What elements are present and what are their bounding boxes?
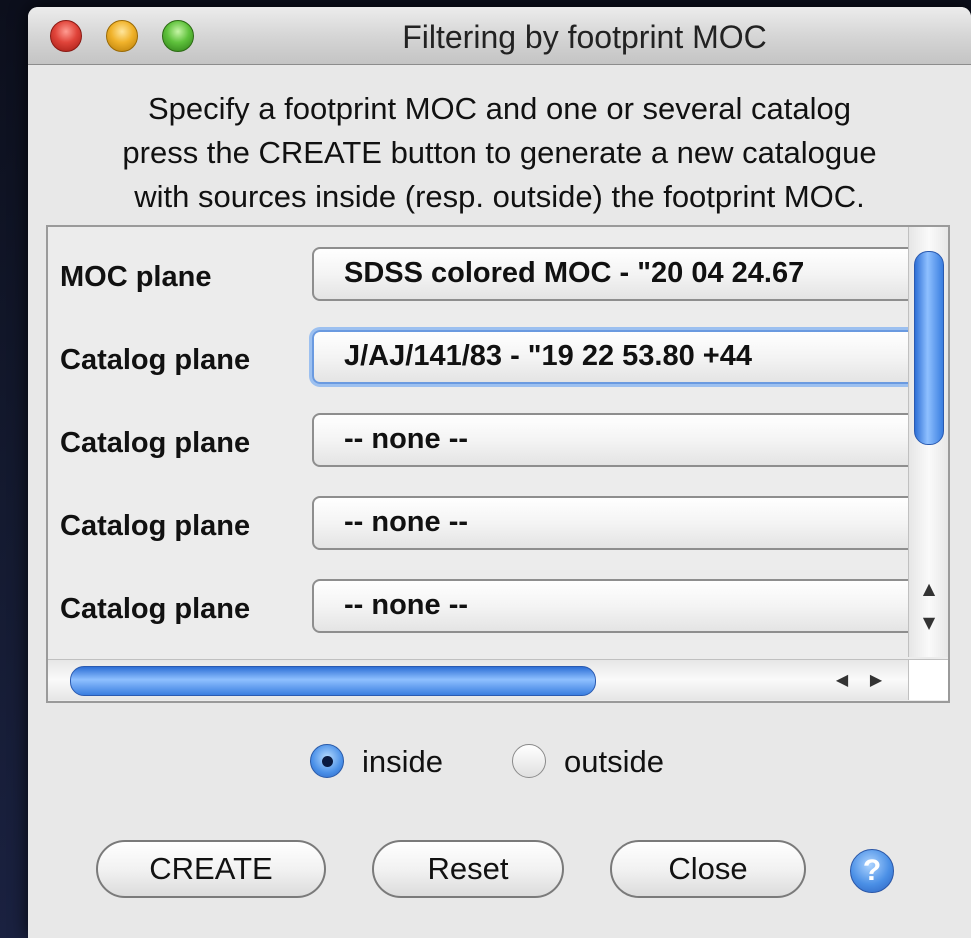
scroll-down-arrow-icon[interactable]: ▼	[917, 611, 941, 635]
vertical-scroll-thumb[interactable]	[914, 251, 944, 445]
catalog-plane-row: Catalog plane -- none --	[48, 413, 932, 475]
filter-moc-dialog: Filtering by footprint MOC Specify a foo…	[28, 7, 971, 938]
reset-button[interactable]: Reset	[372, 840, 564, 898]
moc-plane-select-value: SDSS colored MOC - "20 04 24.67	[344, 257, 805, 289]
catalog-plane-label: Catalog plane	[60, 593, 251, 625]
catalog-plane-label: Catalog plane	[60, 344, 251, 376]
scrollbar-corner	[908, 659, 948, 700]
scroll-up-arrow-icon[interactable]: ▲	[917, 577, 941, 601]
radio-unselected-icon[interactable]	[512, 744, 546, 778]
title-bar[interactable]: Filtering by footprint MOC	[28, 7, 971, 65]
close-button[interactable]: Close	[610, 840, 806, 898]
catalog-plane-row: Catalog plane -- none --	[48, 579, 932, 641]
instructions-line: with sources inside (resp. outside) the …	[134, 179, 865, 214]
outside-radio-label: outside	[564, 744, 664, 779]
horizontal-scroll-thumb[interactable]	[70, 666, 596, 696]
catalog-plane-select-value: -- none --	[344, 506, 469, 538]
horizontal-scrollbar[interactable]: ◀ ▶	[48, 659, 908, 700]
scroll-right-arrow-icon[interactable]: ▶	[864, 668, 888, 692]
close-window-button[interactable]	[50, 20, 82, 52]
catalog-plane-row: Catalog plane J/AJ/141/83 - "19 22 53.80…	[48, 330, 932, 392]
help-icon[interactable]: ?	[850, 849, 894, 893]
catalog-plane-select-2[interactable]: -- none --	[312, 413, 932, 467]
catalog-plane-select-value: -- none --	[344, 423, 469, 455]
minimize-window-button[interactable]	[106, 20, 138, 52]
catalog-plane-label: Catalog plane	[60, 510, 251, 542]
instructions-text: Specify a footprint MOC and one or sever…	[28, 87, 971, 219]
moc-plane-row: MOC plane SDSS colored MOC - "20 04 24.6…	[48, 247, 932, 309]
catalog-plane-select-3[interactable]: -- none --	[312, 496, 932, 550]
instructions-line: press the CREATE button to generate a ne…	[122, 135, 877, 170]
window-title: Filtering by footprint MOC	[402, 19, 767, 55]
create-button[interactable]: CREATE	[96, 840, 326, 898]
inside-radio-label: inside	[362, 744, 443, 779]
catalog-plane-select-4[interactable]: -- none --	[312, 579, 932, 633]
instructions-line: Specify a footprint MOC and one or sever…	[147, 91, 852, 126]
catalog-plane-select-value: -- none --	[344, 589, 469, 621]
moc-plane-select[interactable]: SDSS colored MOC - "20 04 24.67	[312, 247, 932, 301]
catalog-plane-row: Catalog plane -- none --	[48, 496, 932, 558]
vertical-scrollbar[interactable]: ▲ ▼	[908, 227, 948, 657]
plane-selection-panel: MOC plane SDSS colored MOC - "20 04 24.6…	[46, 225, 950, 703]
catalog-plane-select-1[interactable]: J/AJ/141/83 - "19 22 53.80 +44	[312, 330, 932, 384]
zoom-window-button[interactable]	[162, 20, 194, 52]
catalog-plane-select-value: J/AJ/141/83 - "19 22 53.80 +44	[344, 340, 752, 372]
moc-plane-label: MOC plane	[60, 261, 212, 293]
scroll-left-arrow-icon[interactable]: ◀	[830, 668, 854, 692]
catalog-plane-label: Catalog plane	[60, 427, 251, 459]
radio-selected-icon[interactable]	[310, 744, 344, 778]
